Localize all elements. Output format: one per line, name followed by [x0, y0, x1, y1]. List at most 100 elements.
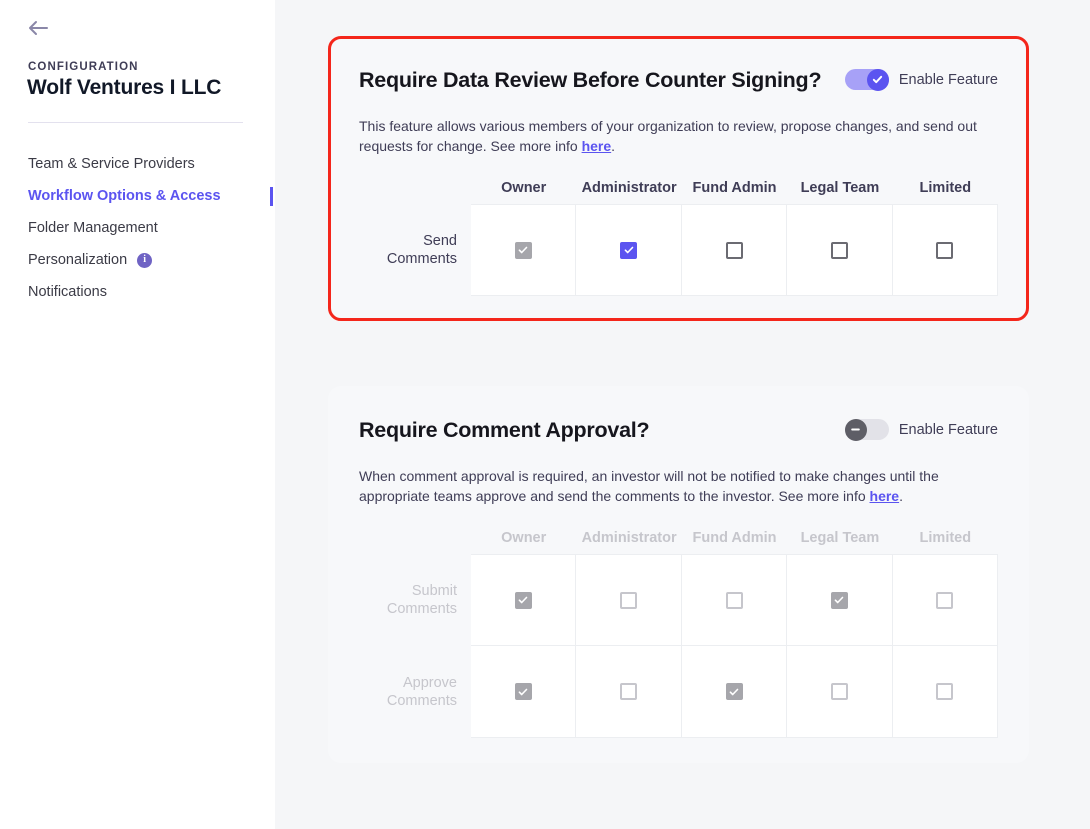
app-root: CONFIGURATION Wolf Ventures I LLC Team &… — [0, 0, 1090, 829]
row-label-spacer — [359, 178, 471, 204]
description-text-after-link: . — [899, 488, 903, 504]
sidebar-item-label: Personalization — [28, 252, 128, 268]
cell-submit-comments-limited — [892, 554, 999, 646]
column-header-limited: Limited — [919, 530, 972, 546]
table-row: Approve Comments — [359, 646, 999, 738]
description-text-before-link: When comment approval is required, an in… — [359, 468, 939, 504]
more-info-link[interactable]: here — [582, 138, 612, 154]
enable-feature-toggle-data-review[interactable]: Enable Feature — [844, 66, 998, 91]
column-header-fund-admin: Fund Admin — [692, 530, 777, 546]
row-label-send-comments: Send Comments — [359, 204, 471, 296]
checkbox-send-comments-limited[interactable] — [936, 241, 954, 259]
active-indicator-bar — [270, 187, 273, 206]
cell-submit-comments-owner — [471, 554, 577, 646]
column-header-owner: Owner — [501, 530, 547, 546]
card-description: When comment approval is required, an in… — [359, 466, 984, 506]
cell-send-comments-limited — [892, 204, 999, 296]
row-label-line1: Send — [423, 233, 457, 249]
sidebar-item-personalization[interactable]: Personalization i — [0, 244, 275, 276]
card-title: Require Comment Approval? — [359, 418, 650, 442]
row-label-approve-comments: Approve Comments — [359, 646, 471, 738]
sidebar-item-label: Team & Service Providers — [28, 156, 195, 172]
description-text-after-link: . — [611, 138, 616, 154]
page-title: Wolf Ventures I LLC — [27, 76, 222, 99]
more-info-link[interactable]: here — [870, 488, 900, 504]
cell-submit-comments-fund-admin — [681, 554, 788, 646]
cell-approve-comments-limited — [892, 646, 999, 738]
card-require-comment-approval: Require Comment Approval? Enable Feature — [328, 386, 1029, 763]
table-header-row: Owner Administrator Fund Admin Legal Tea… — [359, 528, 998, 554]
permissions-table-data-review: Owner Administrator Fund Admin Legal Tea… — [359, 178, 999, 296]
toggle-knob — [844, 418, 867, 441]
card-require-data-review: Require Data Review Before Counter Signi… — [328, 36, 1029, 321]
main-content: Require Data Review Before Counter Signi… — [275, 0, 1090, 829]
enable-feature-toggle-comment-approval[interactable]: Enable Feature — [844, 416, 998, 441]
check-icon — [871, 73, 884, 86]
checkbox-approve-comments-owner — [514, 683, 532, 700]
toggle-label: Enable Feature — [898, 421, 998, 438]
row-label-line1: Submit — [411, 583, 457, 599]
row-label-line2: Comments — [386, 601, 457, 617]
cell-approve-comments-owner — [471, 646, 577, 738]
cell-approve-comments-fund-admin — [681, 646, 788, 738]
row-label-spacer — [359, 528, 471, 554]
cell-approve-comments-administrator — [576, 646, 682, 738]
checkbox-submit-comments-fund-admin — [725, 591, 743, 609]
back-button[interactable] — [26, 17, 50, 39]
cell-send-comments-legal-team — [787, 204, 893, 296]
checkbox-submit-comments-owner — [514, 591, 532, 609]
toggle-track[interactable] — [844, 68, 889, 91]
column-header-fund-admin: Fund Admin — [692, 180, 777, 196]
sidebar: CONFIGURATION Wolf Ventures I LLC Team &… — [0, 0, 275, 829]
checkbox-send-comments-fund-admin[interactable] — [725, 241, 743, 259]
column-header-legal-team: Legal Team — [800, 180, 880, 196]
sidebar-item-workflow-options-access[interactable]: Workflow Options & Access — [0, 180, 275, 212]
column-header-legal-team: Legal Team — [800, 530, 880, 546]
sidebar-item-label: Notifications — [28, 284, 107, 300]
cell-submit-comments-legal-team — [787, 554, 893, 646]
permissions-table-comment-approval: Owner Administrator Fund Admin Legal Tea… — [359, 528, 999, 738]
sidebar-item-folder-management[interactable]: Folder Management — [0, 212, 275, 244]
checkbox-approve-comments-limited — [936, 683, 954, 700]
checkbox-submit-comments-limited — [936, 591, 954, 609]
card-header: Require Data Review Before Counter Signi… — [359, 66, 998, 98]
sidebar-divider — [28, 122, 243, 123]
row-label-line2: Comments — [386, 693, 457, 709]
toggle-label: Enable Feature — [898, 71, 998, 88]
checkbox-send-comments-owner — [514, 241, 532, 259]
description-text-before-link: This feature allows various members of y… — [359, 118, 977, 154]
cell-submit-comments-administrator — [576, 554, 682, 646]
sidebar-nav: Team & Service Providers Workflow Option… — [0, 148, 275, 308]
table-row: Send Comments — [359, 204, 999, 296]
checkbox-approve-comments-fund-admin — [725, 683, 743, 700]
column-header-owner: Owner — [501, 180, 547, 196]
section-label: CONFIGURATION — [28, 61, 139, 73]
minus-icon — [849, 423, 862, 436]
cell-send-comments-fund-admin — [681, 204, 788, 296]
column-header-administrator: Administrator — [581, 180, 677, 196]
row-label-submit-comments: Submit Comments — [359, 554, 471, 646]
info-icon[interactable]: i — [137, 252, 153, 268]
checkbox-send-comments-legal-team[interactable] — [830, 241, 848, 259]
toggle-track[interactable] — [844, 418, 889, 441]
card-header: Require Comment Approval? Enable Feature — [359, 416, 998, 448]
checkbox-submit-comments-administrator — [620, 591, 638, 609]
sidebar-item-team-service-providers[interactable]: Team & Service Providers — [0, 148, 275, 180]
sidebar-item-label: Folder Management — [28, 220, 158, 236]
cell-send-comments-owner — [471, 204, 577, 296]
table-row: Submit Comments — [359, 554, 999, 646]
checkbox-approve-comments-administrator — [620, 683, 638, 700]
table-header-row: Owner Administrator Fund Admin Legal Tea… — [359, 178, 998, 204]
sidebar-item-label: Workflow Options & Access — [28, 188, 221, 204]
checkbox-send-comments-administrator[interactable] — [620, 241, 638, 259]
row-label-line1: Approve — [402, 675, 457, 691]
checkbox-approve-comments-legal-team — [830, 683, 848, 700]
sidebar-item-notifications[interactable]: Notifications — [0, 276, 275, 308]
row-label-line2: Comments — [386, 251, 457, 267]
toggle-knob — [866, 68, 889, 91]
checkbox-submit-comments-legal-team — [830, 591, 848, 609]
column-header-limited: Limited — [919, 180, 972, 196]
column-header-administrator: Administrator — [581, 530, 677, 546]
cell-approve-comments-legal-team — [787, 646, 893, 738]
card-description: This feature allows various members of y… — [359, 116, 984, 156]
